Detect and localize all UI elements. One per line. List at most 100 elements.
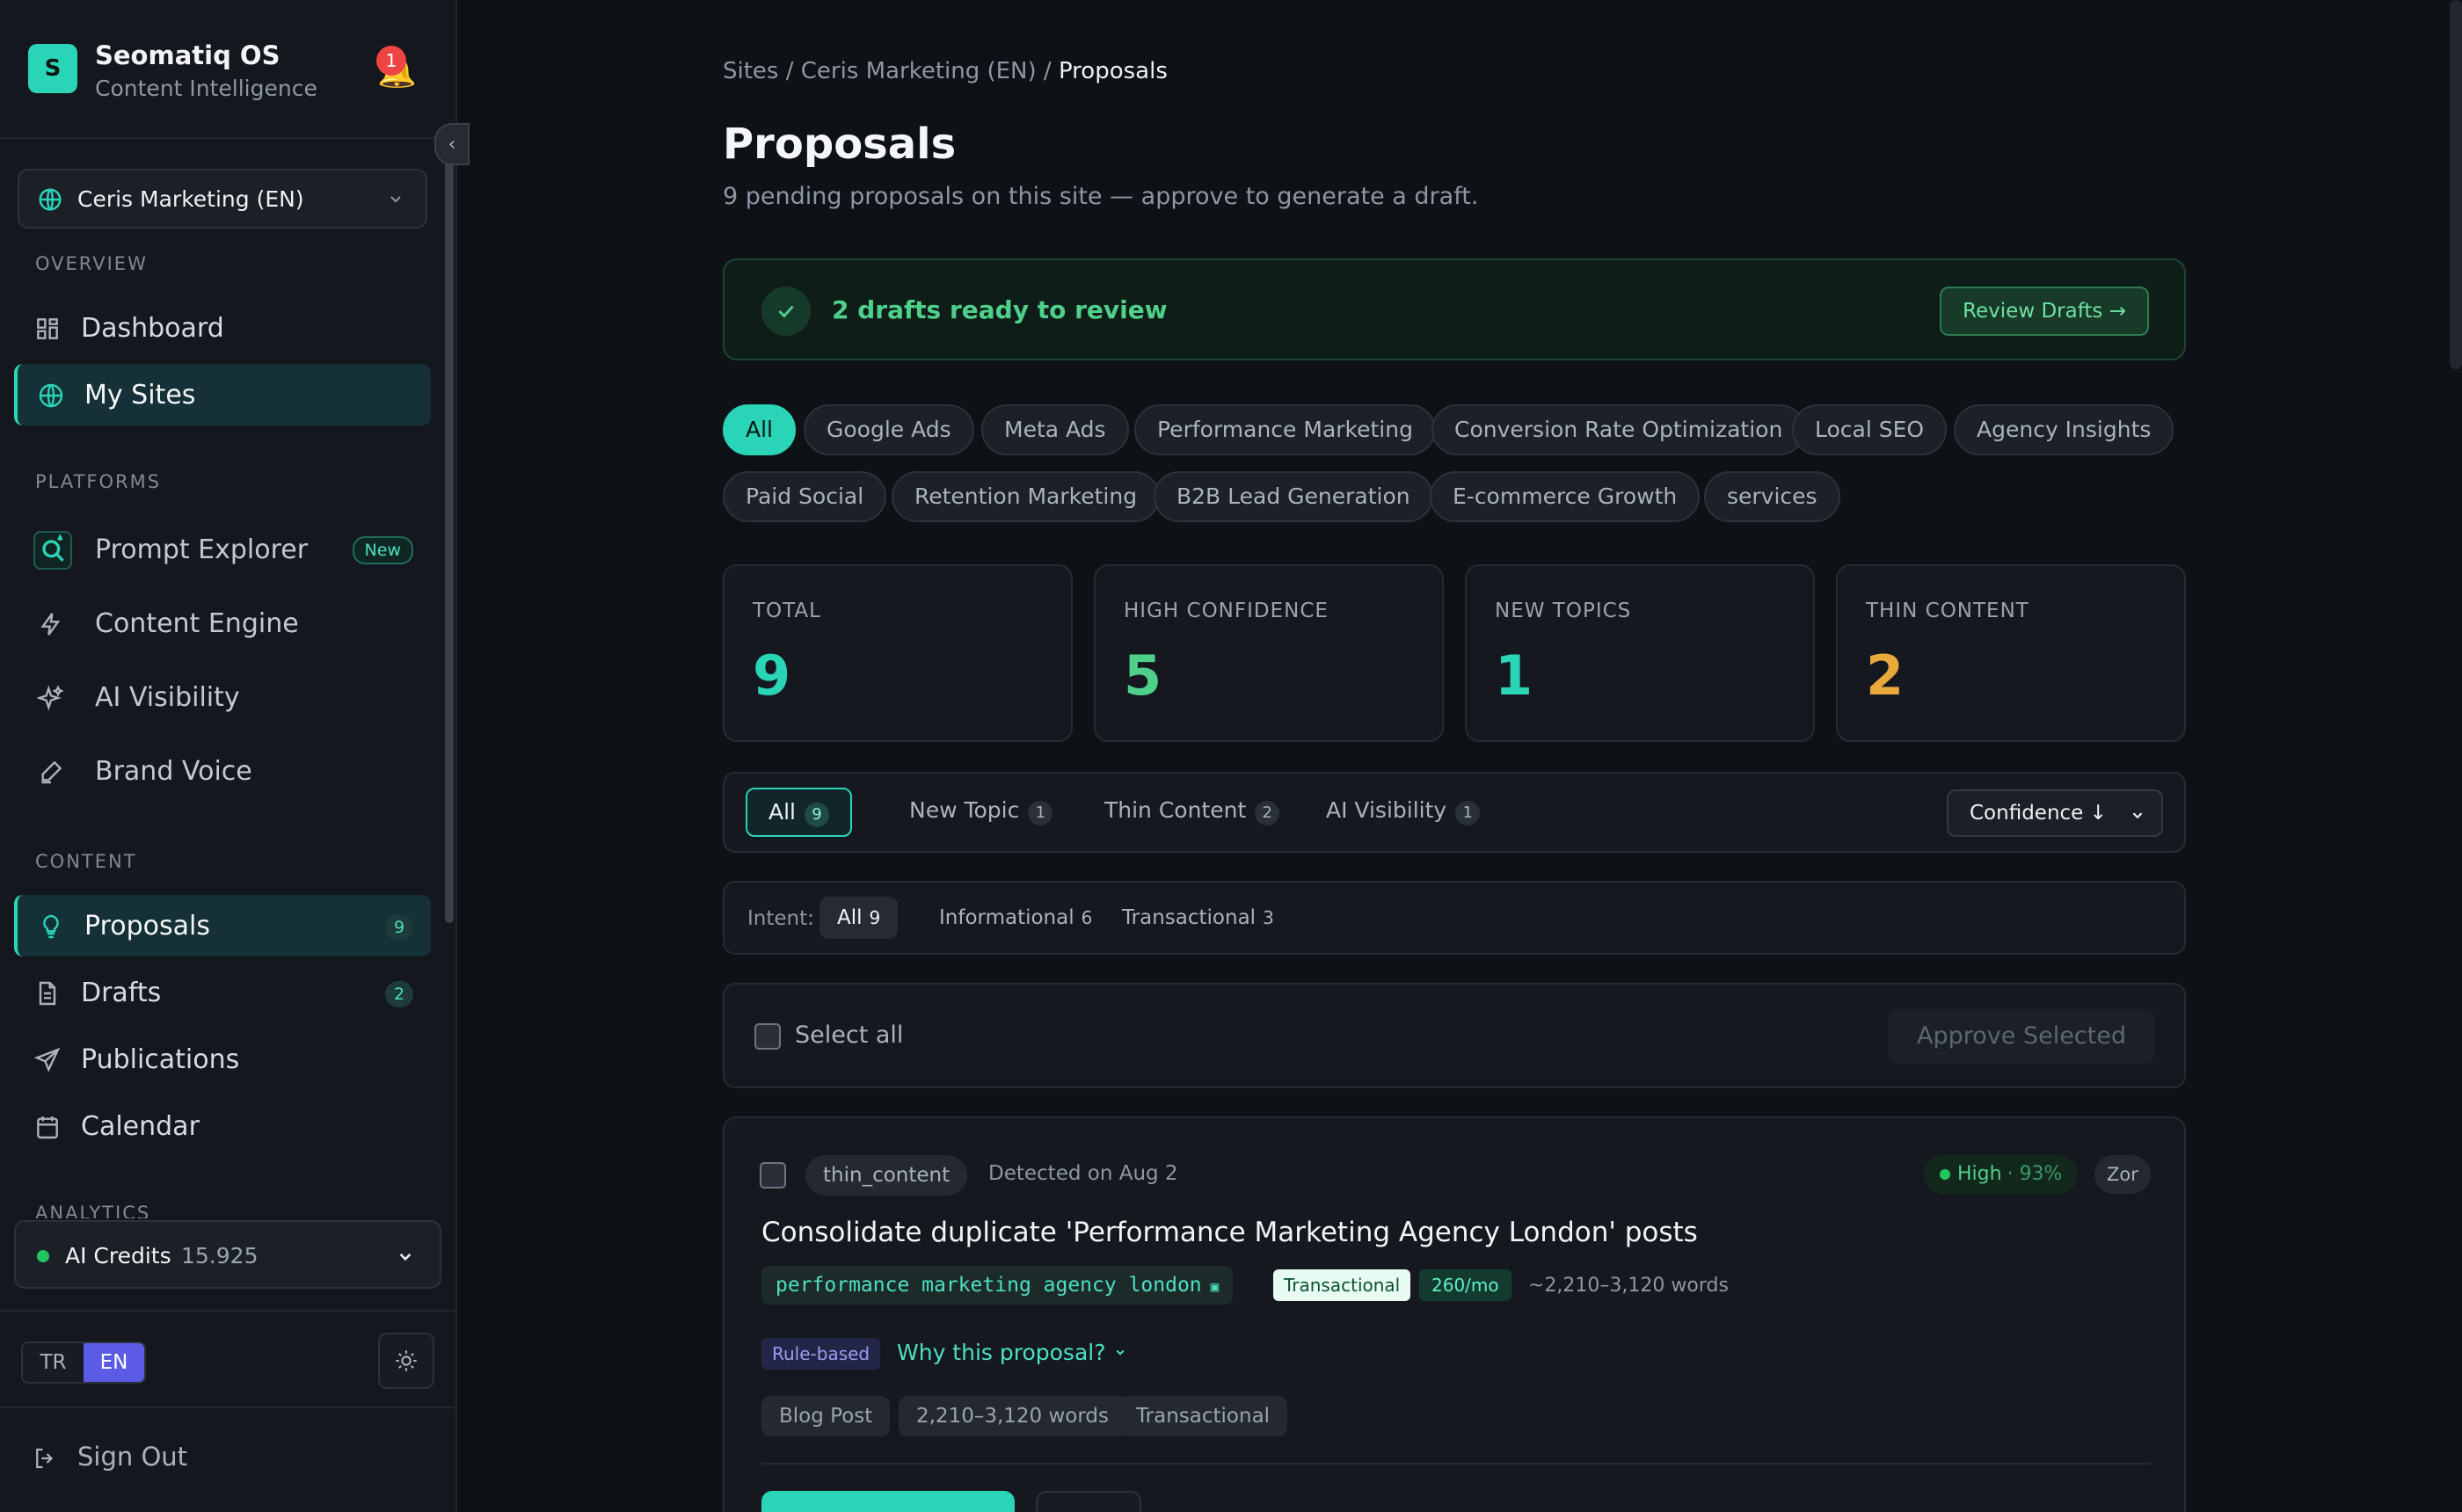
new-badge: New: [352, 536, 413, 564]
brand-subtitle: Content Intelligence: [95, 76, 317, 101]
filter-tab-ai-visibility[interactable]: AI Visibility 1: [1305, 788, 1501, 837]
logout-icon: [36, 1448, 54, 1469]
intent-chip-transactional[interactable]: Transactional 3: [1104, 897, 1292, 939]
filter-tab-all[interactable]: All 9: [746, 788, 852, 837]
filter-tab-count: 1: [1028, 801, 1053, 825]
word-count-range: ~2,210–3,120 words: [1528, 1275, 1729, 1297]
chevron-down-icon: [399, 1253, 412, 1261]
filter-tab-new-topic[interactable]: New Topic 1: [888, 788, 1074, 837]
prompt-search-icon: [33, 531, 72, 570]
sidebar: S Seomatiq OS Content Intelligence 🔔 1 C…: [0, 0, 457, 1512]
sidebar-item-calendar[interactable]: Calendar: [14, 1095, 431, 1157]
filter-tab-count: 2: [1255, 801, 1280, 825]
proposal-card: thin_content Detected on Aug 2 High · 93%…: [723, 1116, 2186, 1512]
why-label: Why this proposal?: [897, 1340, 1106, 1365]
intent-chip-count: 6: [1081, 907, 1093, 928]
sort-select[interactable]: Confidence ↓: [1947, 789, 2163, 837]
sidebar-item-proposals[interactable]: Proposals 9: [14, 895, 431, 956]
category-chip[interactable]: Retention Marketing: [892, 471, 1161, 522]
category-chip[interactable]: E-commerce Growth: [1430, 471, 1701, 522]
drafts-count-badge: 2: [385, 981, 413, 1007]
intent-chip-label: All: [837, 906, 863, 929]
check-icon: [761, 287, 811, 336]
select-all-checkbox[interactable]: [754, 1023, 781, 1050]
filter-tab-count: 1: [1455, 801, 1481, 825]
lightbulb-icon: [43, 914, 59, 939]
chevron-down-icon: [2132, 812, 2143, 819]
meta-tag: 2,210–3,120 words: [899, 1396, 1127, 1436]
document-icon: [39, 981, 56, 1006]
keyword-tag: performance marketing agency london ▣: [761, 1266, 1234, 1306]
intent-label: Intent:: [747, 907, 814, 930]
stat-label: HIGH CONFIDENCE: [1124, 600, 1329, 622]
section-label-overview: OVERVIEW: [35, 253, 148, 274]
credits-label: AI Credits: [65, 1243, 171, 1268]
page-title: Proposals: [723, 120, 957, 169]
language-switcher: TR EN: [21, 1341, 146, 1384]
breadcrumb: Sites / Ceris Marketing (EN) / Proposals: [723, 58, 1168, 84]
stat-value: 1: [1495, 643, 1533, 708]
category-chip[interactable]: B2B Lead Generation: [1154, 471, 1433, 522]
intent-chip-informational[interactable]: Informational 6: [921, 897, 1110, 939]
drafts-ready-banner: 2 drafts ready to review Review Drafts →: [723, 258, 2186, 360]
keyword-info-icon[interactable]: ▣: [1211, 1268, 1220, 1306]
sidebar-item-label: Brand Voice: [95, 756, 252, 787]
filter-tab-label: Thin Content: [1104, 797, 1247, 823]
send-icon: [33, 1047, 61, 1072]
sidebar-item-ai-visibility[interactable]: AI Visibility: [14, 666, 431, 728]
breadcrumb-site-link[interactable]: Ceris Marketing (EN): [801, 58, 1037, 84]
stat-label: NEW TOPICS: [1495, 600, 1632, 622]
sidebar-scrollbar[interactable]: [445, 158, 454, 923]
language-en-button[interactable]: EN: [84, 1343, 144, 1382]
category-chip[interactable]: Local SEO: [1792, 404, 1948, 455]
search-volume-tag: 260/mo: [1419, 1269, 1511, 1301]
notification-bell-icon[interactable]: 🔔 1: [376, 46, 417, 90]
sidebar-item-label: Calendar: [81, 1111, 200, 1142]
sidebar-item-content-engine[interactable]: Content Engine: [14, 592, 431, 654]
secondary-action-button[interactable]: [1036, 1491, 1141, 1512]
breadcrumb-separator: /: [785, 58, 794, 84]
sidebar-item-dashboard[interactable]: Dashboard: [14, 297, 431, 359]
sidebar-item-label: Drafts: [81, 978, 162, 1008]
sidebar-item-publications[interactable]: Publications: [14, 1029, 431, 1090]
sidebar-item-my-sites[interactable]: My Sites: [14, 364, 431, 425]
proposal-title[interactable]: Consolidate duplicate 'Performance Marke…: [761, 1217, 1698, 1248]
category-chip[interactable]: Paid Social: [723, 471, 887, 522]
breadcrumb-sites-link[interactable]: Sites: [723, 58, 778, 84]
category-chip[interactable]: Agency Insights: [1954, 404, 2174, 455]
sidebar-item-prompt-explorer[interactable]: Prompt Explorer New: [14, 519, 431, 580]
category-chip-all[interactable]: All: [723, 404, 796, 455]
category-chip[interactable]: Performance Marketing: [1134, 404, 1436, 455]
sidebar-divider: [0, 1310, 457, 1312]
stat-value: 9: [753, 643, 791, 708]
language-tr-button[interactable]: TR: [23, 1343, 84, 1382]
category-chip[interactable]: Meta Ads: [981, 404, 1129, 455]
page-scrollbar[interactable]: [2450, 0, 2462, 369]
category-chip[interactable]: Google Ads: [804, 404, 974, 455]
sidebar-divider: [0, 1407, 457, 1408]
category-chip[interactable]: Conversion Rate Optimization: [1431, 404, 1806, 455]
filter-tab-thin-content[interactable]: Thin Content 2: [1083, 788, 1300, 837]
approve-selected-button[interactable]: Approve Selected: [1889, 1009, 2154, 1064]
sidebar-item-drafts[interactable]: Drafts 2: [14, 962, 431, 1023]
intent-filter-bar: Intent: All 9 Informational 6 Transactiona…: [723, 881, 2186, 955]
collapse-sidebar-button[interactable]: ‹: [434, 123, 470, 165]
ai-credits-selector[interactable]: AI Credits 15.925: [14, 1220, 441, 1289]
intent-chip-count: 9: [869, 907, 881, 928]
chevron-down-icon: [390, 196, 401, 203]
why-this-proposal-toggle[interactable]: Why this proposal?: [897, 1340, 1128, 1365]
globe-icon: [39, 383, 63, 408]
category-chip[interactable]: services: [1704, 471, 1840, 522]
intent-chip-label: Informational: [939, 906, 1074, 929]
proposal-checkbox[interactable]: [760, 1162, 786, 1189]
intent-chip-all[interactable]: All 9: [819, 897, 899, 939]
sort-label: Confidence ↓: [1970, 802, 2107, 825]
brand-name: Seomatiq OS: [95, 40, 280, 70]
approve-proposal-button[interactable]: [761, 1491, 1015, 1512]
confidence-badge: High · 93%: [1924, 1155, 2079, 1194]
stat-card-thin-content: THIN CONTENT 2: [1836, 564, 2186, 742]
theme-toggle-button[interactable]: [378, 1333, 434, 1389]
sidebar-item-brand-voice[interactable]: Brand Voice: [14, 740, 431, 802]
site-selector[interactable]: Ceris Marketing (EN): [18, 169, 427, 229]
review-drafts-button[interactable]: Review Drafts →: [1940, 287, 2149, 336]
